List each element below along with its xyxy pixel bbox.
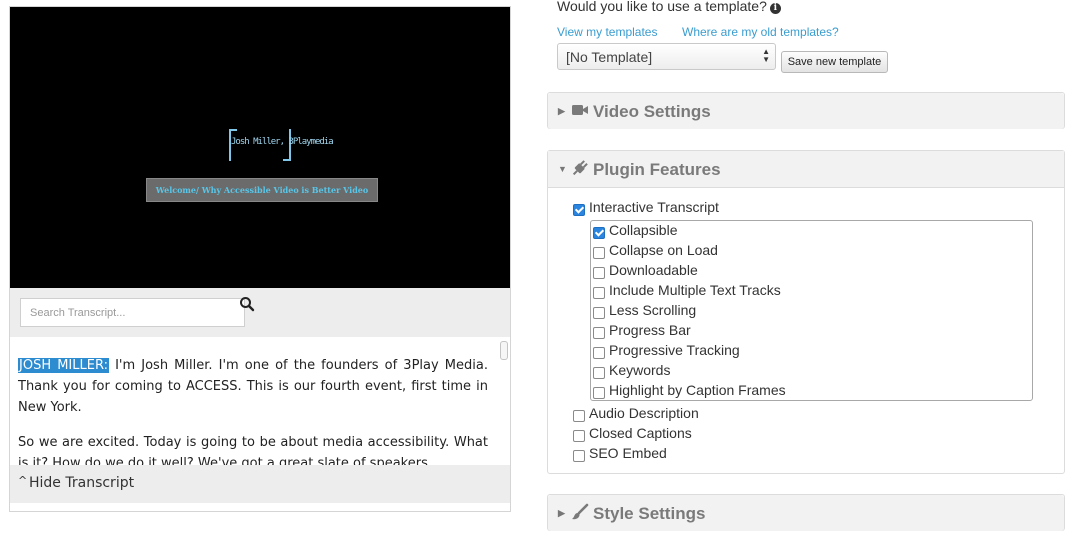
save-template-button[interactable]: Save new template [781,51,888,73]
keywords-label: Keywords [609,362,671,378]
transcript-scrollbar[interactable] [500,341,508,360]
search-icon[interactable] [239,296,255,312]
video-logo: Josh Miller, 3Playmedia [229,129,334,161]
interactive-transcript-label: Interactive Transcript [589,199,719,215]
seo-embed-checkbox[interactable] [573,450,585,462]
highlight-caption-frames-checkbox[interactable] [593,387,605,399]
template-select-value: [No Template] [566,49,653,65]
template-select[interactable]: [No Template] ▲ ▼ [557,43,776,70]
progressive-tracking-label: Progressive Tracking [609,342,740,358]
template-question: Would you like to use a template? i [557,0,781,14]
template-question-text: Would you like to use a template? [557,0,767,14]
plugin-features-title: Plugin Features [593,160,721,179]
transcript-segment[interactable]: So we are excited. Today is going to be … [18,435,488,465]
chevron-up-icon: ^ [18,474,28,487]
video-logo-text: Josh Miller, 3Playmedia [231,137,334,147]
transcript-search-input[interactable] [20,298,245,327]
caret-right-icon: ▶ [558,106,565,116]
closed-captions-label: Closed Captions [589,425,692,441]
progress-bar-label: Progress Bar [609,322,691,338]
video-settings-panel: ▶ Video Settings [547,92,1065,129]
video-caption: Welcome/ Why Accessible Video is Better … [146,178,378,202]
video-settings-title: Video Settings [593,102,711,121]
collapse-on-load-label: Collapse on Load [609,242,718,258]
info-icon[interactable]: i [769,3,781,14]
audio-description-checkbox[interactable] [573,410,585,422]
video-settings-header[interactable]: ▶ Video Settings [548,93,1064,129]
transcript-text: JOSH MILLER: I'm Josh Miller. I'm one of… [18,355,488,465]
view-templates-link[interactable]: View my templates [557,25,657,39]
downloadable-checkbox[interactable] [593,267,605,279]
collapsible-checkbox[interactable] [593,227,605,239]
speaker-label[interactable]: JOSH MILLER: [18,358,109,373]
transcript-paragraph: So we are excited. Today is going to be … [18,432,488,465]
progressive-tracking-checkbox[interactable] [593,347,605,359]
plug-icon [572,160,588,176]
multiple-text-tracks-label: Include Multiple Text Tracks [609,282,781,298]
audio-description-label: Audio Description [589,405,699,421]
highlight-caption-frames-label: Highlight by Caption Frames [609,382,786,398]
hide-transcript-label: Hide Transcript [29,475,135,491]
video-frame[interactable]: Josh Miller, 3Playmedia Welcome/ Why Acc… [10,7,510,288]
select-arrows-icon: ▲ ▼ [762,47,770,64]
seo-embed-label: SEO Embed [589,445,667,461]
transcript-area[interactable]: JOSH MILLER: I'm Josh Miller. I'm one of… [10,337,510,465]
multiple-text-tracks-checkbox[interactable] [593,287,605,299]
progress-bar-checkbox[interactable] [593,327,605,339]
old-templates-link[interactable]: Where are my old templates? [682,25,839,39]
caret-down-icon: ▼ [558,164,567,174]
transcript-paragraph: JOSH MILLER: I'm Josh Miller. I'm one of… [18,355,488,418]
interactive-transcript-checkbox[interactable] [573,204,585,216]
downloadable-label: Downloadable [609,262,698,278]
plugin-features-header[interactable]: ▼ Plugin Features [548,151,1064,188]
style-settings-panel: ▶ Style Settings [547,494,1065,531]
transcript-search-bar [10,288,510,337]
collapsible-label: Collapsible [609,222,678,238]
less-scrolling-label: Less Scrolling [609,302,697,318]
closed-captions-checkbox[interactable] [573,430,585,442]
caret-right-icon: ▶ [558,508,565,518]
media-player: Josh Miller, 3Playmedia Welcome/ Why Acc… [9,6,511,512]
less-scrolling-checkbox[interactable] [593,307,605,319]
keywords-checkbox[interactable] [593,367,605,379]
style-settings-header[interactable]: ▶ Style Settings [548,495,1064,531]
style-settings-title: Style Settings [593,504,706,523]
hide-transcript-button[interactable]: ^ Hide Transcript [10,465,510,503]
collapse-on-load-checkbox[interactable] [593,247,605,259]
paintbrush-icon [572,503,589,520]
video-camera-icon [572,105,588,115]
